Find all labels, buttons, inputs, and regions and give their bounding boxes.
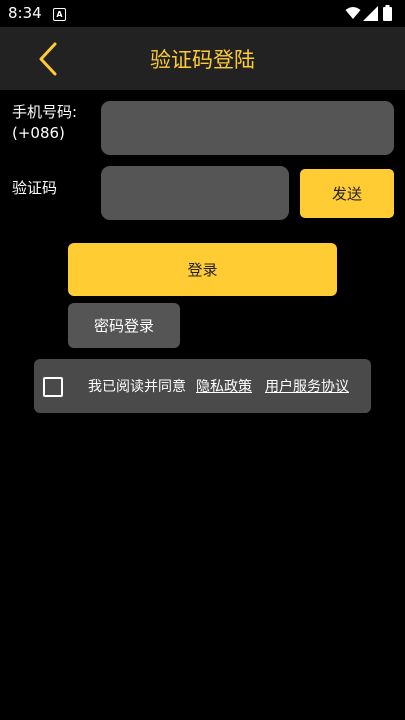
app-header: 验证码登陆 xyxy=(0,27,405,90)
agreement-text: 我已阅读并同意 xyxy=(88,379,186,395)
signal-icon xyxy=(363,6,378,21)
agreement-checkbox[interactable] xyxy=(43,377,63,397)
agreement-box: 我已阅读并同意 隐私政策 用户服务协议 xyxy=(34,359,371,413)
wifi-icon xyxy=(345,7,361,19)
status-bar: 8:34 A xyxy=(0,0,405,27)
phone-label-text: 手机号码: xyxy=(12,103,78,121)
phone-label: 手机号码: (+086) xyxy=(12,102,77,144)
page-title: 验证码登陆 xyxy=(150,48,255,72)
phone-country-code: (+086) xyxy=(12,124,65,142)
battery-icon xyxy=(383,5,392,21)
privacy-policy-link[interactable]: 隐私政策 xyxy=(196,376,252,396)
login-button[interactable]: 登录 xyxy=(68,243,337,296)
send-code-button[interactable]: 发送 xyxy=(300,169,394,218)
user-service-agreement-link[interactable]: 用户服务协议 xyxy=(265,376,349,396)
phone-input[interactable] xyxy=(101,101,394,155)
code-label: 验证码 xyxy=(12,179,58,197)
password-login-button[interactable]: 密码登录 xyxy=(68,303,180,348)
notification-icon: A xyxy=(53,8,66,21)
status-time: 8:34 xyxy=(8,4,42,22)
code-input[interactable] xyxy=(101,166,289,220)
